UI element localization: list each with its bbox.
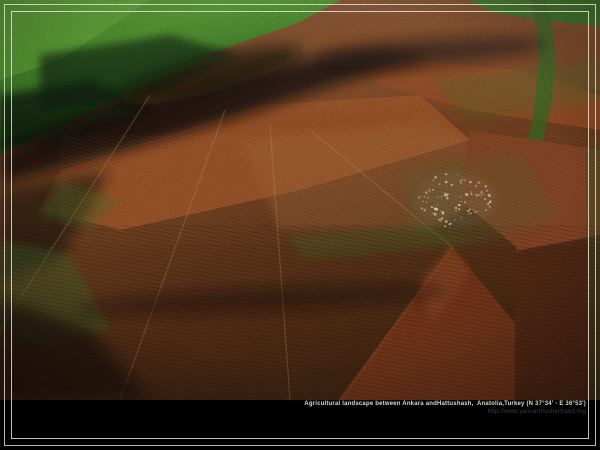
grain bbox=[0, 0, 600, 400]
caption-url: http://www.yannarthusbertrand.org bbox=[304, 409, 586, 416]
photo bbox=[0, 0, 600, 400]
caption-title: Agricultural landscape between Ankara an… bbox=[304, 401, 586, 408]
wallpaper-screen: Agricultural landscape between Ankara an… bbox=[0, 0, 600, 450]
photo-caption: Agricultural landscape between Ankara an… bbox=[304, 401, 586, 416]
